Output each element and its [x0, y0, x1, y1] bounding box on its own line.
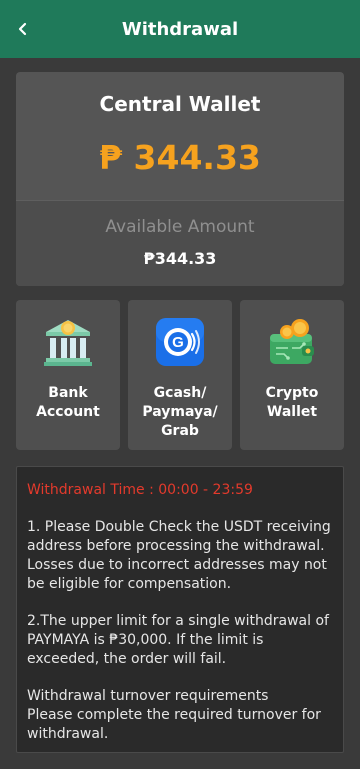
page-title: Withdrawal [121, 18, 239, 40]
svg-text:G: G [172, 334, 184, 351]
method-gcash-paymaya-grab[interactable]: G Gcash/ Paymaya/ Grab [128, 300, 232, 450]
wallet-title: Central Wallet [99, 92, 261, 116]
withdrawal-methods: Bank Account G Gcash/ Paymaya/ Grab Cryp… [16, 300, 344, 450]
method-label: Crypto Wallet [265, 385, 319, 420]
turnover-detail: Please complete the required turnover fo… [27, 707, 321, 742]
method-label: Gcash/ Paymaya/ Grab [142, 385, 218, 439]
method-label: Bank Account [36, 385, 100, 420]
turnover-title: Withdrawal turnover requirements [27, 688, 269, 704]
notice-item-usdt: 1. Please Double Check the USDT receivin… [27, 519, 331, 592]
chevron-left-icon [18, 22, 27, 36]
method-crypto-wallet[interactable]: Crypto Wallet [240, 300, 344, 450]
available-amount-label: Available Amount [105, 217, 255, 237]
gcash-icon: G [156, 318, 204, 366]
available-amount-section: Available Amount ₱344.33 [16, 200, 344, 286]
app-header: Withdrawal [0, 0, 360, 58]
notice-item-turnover: Withdrawal turnover requirements Please … [27, 687, 333, 744]
method-bank-account[interactable]: Bank Account [16, 300, 120, 450]
central-wallet-card: Central Wallet ₱ 344.33 Available Amount… [16, 72, 344, 286]
notice-item-limit: 2.The upper limit for a single withdrawa… [27, 613, 329, 667]
withdrawal-notice: Withdrawal Time : 00:00 - 23:59 1. Pleas… [16, 466, 344, 753]
crypto-wallet-icon [270, 319, 314, 364]
bank-icon [44, 320, 92, 366]
back-button[interactable] [8, 14, 38, 44]
withdrawal-time: Withdrawal Time : 00:00 - 23:59 [27, 482, 253, 498]
available-amount-value: ₱344.33 [143, 249, 217, 268]
wallet-balance: ₱ 344.33 [99, 138, 261, 177]
